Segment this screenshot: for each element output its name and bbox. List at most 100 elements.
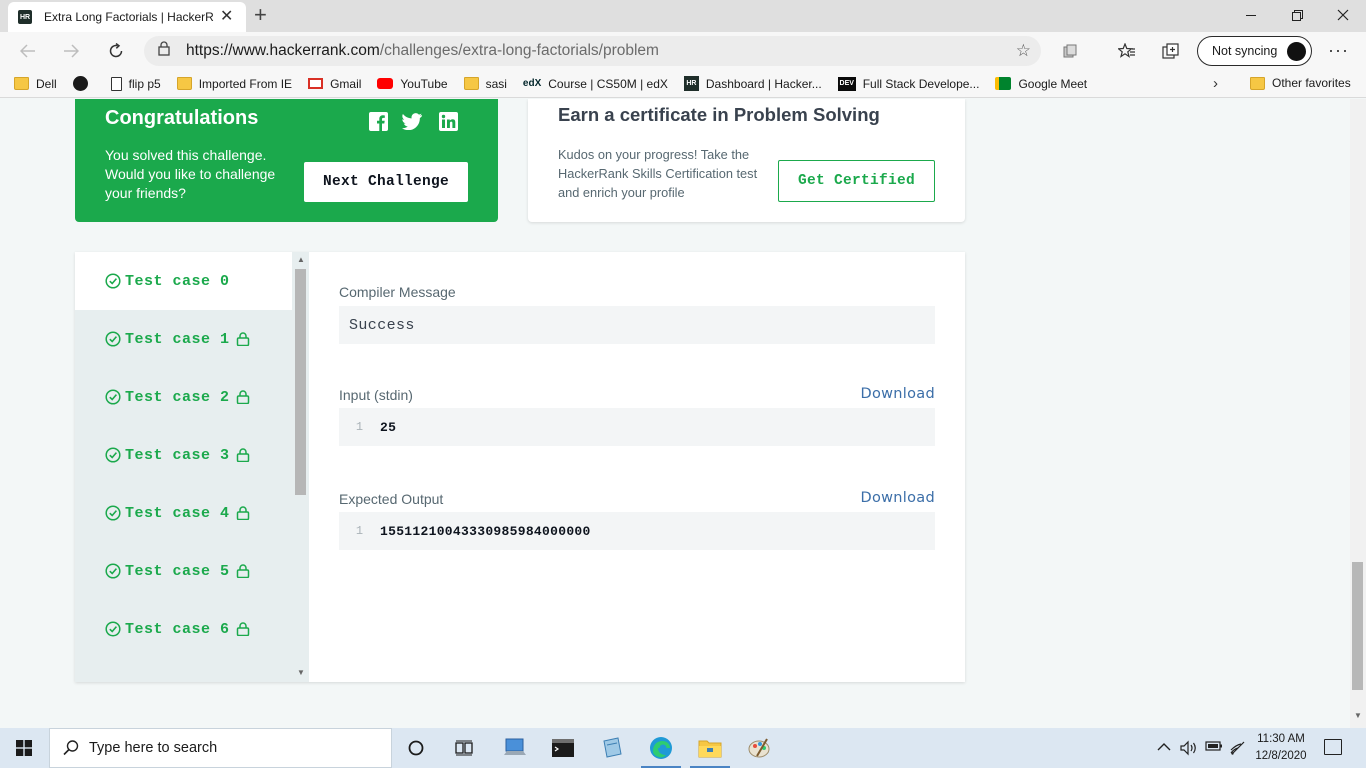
chevron-up-icon[interactable] [1157,740,1171,755]
cortana-icon[interactable] [392,728,440,768]
dev-icon: DEV [837,76,856,91]
scroll-thumb[interactable] [295,269,306,495]
lock-icon [236,448,249,462]
input-download-link[interactable]: Download [861,386,935,402]
google-meet-icon [995,77,1012,90]
compiler-message-box: Success [339,306,935,344]
hackerrank-icon: HR [683,76,699,91]
favorite-star-icon[interactable]: ☆ [1016,41,1031,61]
new-tab-button[interactable]: + [254,3,267,27]
paint-app-icon[interactable] [735,728,783,768]
test-case-tab-0[interactable]: Test case 0 [75,252,292,310]
lock-icon [236,622,249,636]
test-case-label: Test case 2 [125,388,230,406]
extensions-icon[interactable] [1060,41,1080,61]
url-text: https://www.hackerrank.com/challenges/ex… [186,42,659,59]
bookmarks-bar: Dell flip p5 Imported From IE Gmail YouT… [0,70,1366,98]
lock-icon [236,506,249,520]
test-case-label: Test case 0 [125,272,230,290]
search-placeholder: Type here to search [89,740,218,756]
test-case-tab-5[interactable]: Test case 5 [75,542,292,600]
test-case-tab-4[interactable]: Test case 4 [75,484,292,542]
back-arrow-icon[interactable] [16,39,40,63]
page-scrollbar[interactable]: ▼ [1350,99,1366,728]
linkedin-icon[interactable] [438,111,458,131]
browser-toolbar: https://www.hackerrank.com/challenges/ex… [0,32,1366,70]
bookmark-other-favorites[interactable]: Other favorites [1250,76,1351,90]
address-bar[interactable]: https://www.hackerrank.com/challenges/ex… [144,36,1041,66]
forward-arrow-icon[interactable] [59,39,83,63]
restore-icon[interactable] [1274,0,1320,30]
get-certified-button[interactable]: Get Certified [778,160,935,202]
volume-icon[interactable] [1180,740,1198,759]
refresh-icon[interactable] [104,39,128,63]
terminal-app-icon[interactable] [539,728,587,768]
test-case-tab-1[interactable]: Test case 1 [75,310,292,368]
bookmark-sasi[interactable]: sasi [463,77,507,91]
gmail-icon [308,78,324,89]
collections-icon[interactable] [1161,41,1181,61]
bookmark-github[interactable] [72,76,95,91]
favorites-icon[interactable] [1117,41,1137,61]
test-case-scrollbar[interactable]: ▲ ▼ [293,252,309,682]
profile-sync-button[interactable]: Not syncing [1197,36,1312,66]
bookmark-imported-from-ie[interactable]: Imported From IE [176,77,292,91]
avatar [1287,42,1306,61]
minimize-icon[interactable] [1228,0,1274,30]
system-clock[interactable]: 11:30 AM 12/8/2020 [1252,731,1310,765]
notepad-app-icon[interactable] [588,728,636,768]
input-box: 1 25 [339,408,935,446]
browser-tab[interactable]: HR Extra Long Factorials | HackerRank ✕ [8,2,246,32]
edge-browser-icon[interactable] [637,728,685,768]
tab-close-icon[interactable]: ✕ [220,9,233,25]
lock-icon [236,390,249,404]
search-icon [63,740,79,756]
windows-start-icon[interactable] [16,740,32,756]
expected-output-label: Expected Output [339,491,444,507]
next-challenge-button[interactable]: Next Challenge [304,162,468,202]
bookmark-flip-p5[interactable]: flip p5 [110,76,161,91]
check-circle-icon [105,273,121,289]
test-case-tab-3[interactable]: Test case 3 [75,426,292,484]
notifications-icon[interactable] [1324,739,1342,755]
bookmark-hackerrank-dashboard[interactable]: HR Dashboard | Hacker... [683,76,822,91]
scroll-down-icon[interactable]: ▼ [1354,711,1362,720]
page-content: Congratulations You solved this challeng… [0,99,1350,728]
twitter-icon[interactable] [402,111,422,131]
bookmark-dell[interactable]: Dell [14,77,57,91]
more-menu-icon[interactable]: ··· [1328,40,1349,61]
bookmark-full-stack-developer[interactable]: DEV Full Stack Develope... [837,76,979,91]
scroll-up-icon[interactable]: ▲ [297,255,305,264]
taskbar-search-input[interactable]: Type here to search [49,728,392,768]
check-circle-icon [105,389,121,405]
output-download-link[interactable]: Download [861,490,935,506]
certificate-message: Kudos on your progress! Take the HackerR… [558,147,758,200]
computer-app-icon[interactable] [491,728,539,768]
line-number: 1 [355,524,364,538]
facebook-icon[interactable] [368,111,388,131]
close-window-icon[interactable] [1320,0,1366,30]
expected-output-value: 15511210043330985984000000 [380,523,591,539]
bookmark-youtube[interactable]: YouTube [377,77,448,91]
wifi-icon[interactable] [1230,740,1246,759]
test-case-label: Test case 3 [125,446,230,464]
test-case-tab-2[interactable]: Test case 2 [75,368,292,426]
bookmark-google-meet[interactable]: Google Meet [995,77,1087,91]
bookmark-cs50m-edx[interactable]: edX Course | CS50M | edX [523,77,668,91]
folder-icon [463,77,479,90]
test-case-tab-6[interactable]: Test case 6 [75,600,292,658]
lock-icon [158,41,170,61]
page-scroll-thumb[interactable] [1352,562,1363,690]
clock-date: 12/8/2020 [1255,750,1307,762]
test-case-label: Test case 1 [125,330,230,348]
tab-title: Extra Long Factorials | HackerRank [44,10,214,24]
file-explorer-icon[interactable] [686,728,734,768]
task-view-icon[interactable] [440,728,488,768]
certificate-title: Earn a certificate in Problem Solving [558,104,880,125]
scroll-down-icon[interactable]: ▼ [297,668,305,677]
chevron-right-icon[interactable]: › [1213,75,1218,92]
expected-output-box: 1 15511210043330985984000000 [339,512,935,550]
bookmark-gmail[interactable]: Gmail [308,77,361,91]
check-circle-icon [105,505,121,521]
battery-icon[interactable] [1205,740,1223,755]
